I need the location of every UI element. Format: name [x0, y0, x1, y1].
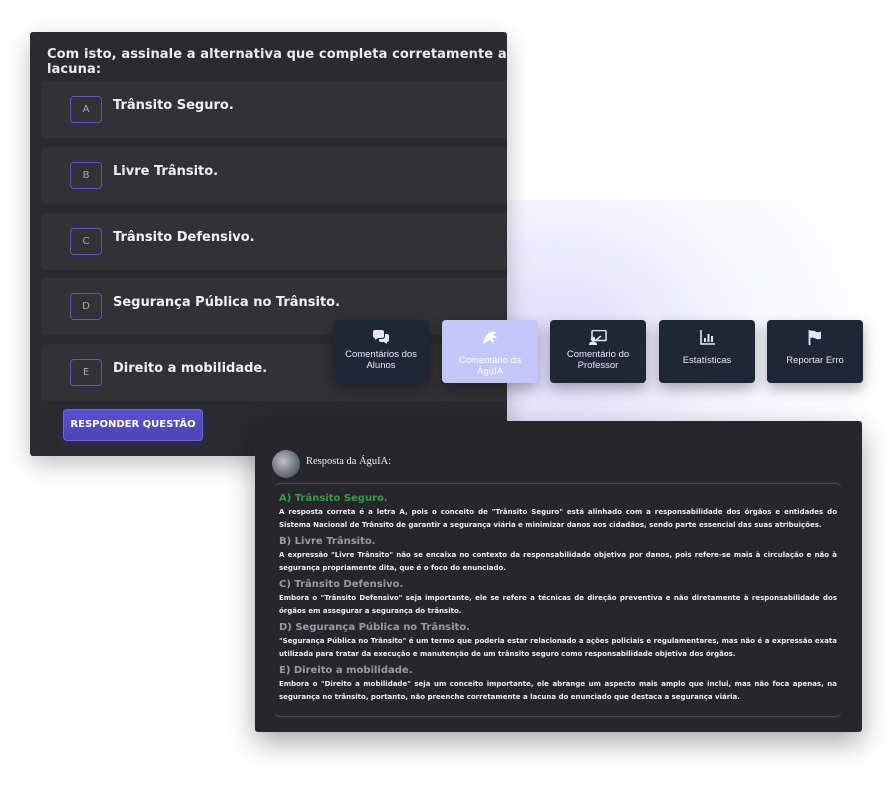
option-text: Trânsito Seguro.: [113, 98, 234, 113]
option-d[interactable]: D Segurança Pública no Trânsito.: [41, 278, 507, 335]
comments-icon: [333, 330, 429, 346]
tab-label: Comentário do Professor: [566, 349, 630, 371]
response-title: Resposta da ÁguIA:: [306, 456, 392, 467]
tab-label: Estatísticas: [682, 355, 732, 366]
tab-label: Reportar Erro: [786, 355, 844, 366]
flag-icon: [767, 330, 863, 346]
alternative-title-correct: A) Trânsito Seguro.: [279, 493, 388, 504]
avatar: [272, 450, 300, 478]
alternative-title: E) Direito a mobilidade.: [279, 665, 413, 676]
chart-icon: [659, 330, 755, 346]
response-content: A) Trânsito Seguro. A resposta correta é…: [279, 492, 837, 707]
alternative-explanation: A expressão "Livre Trânsito" não se enca…: [279, 551, 837, 572]
option-letter: A: [70, 96, 102, 123]
option-letter: C: [70, 228, 102, 255]
tab-teacher-comment[interactable]: Comentário do Professor: [550, 320, 646, 383]
tab-student-comments[interactable]: Comentários dos Alunos: [333, 320, 429, 383]
option-letter: D: [70, 293, 102, 320]
tab-label: Comentários dos Alunos: [345, 349, 417, 371]
option-text: Livre Trânsito.: [113, 164, 219, 179]
option-b[interactable]: B Livre Trânsito.: [41, 147, 507, 204]
alternative-title: C) Trânsito Defensivo.: [279, 579, 404, 590]
tab-aguia-comment[interactable]: Comentário da ÁguIA: [442, 320, 538, 383]
option-e[interactable]: E Direito a mobilidade.: [41, 344, 507, 401]
aguia-response-panel: Resposta da ÁguIA: A) Trânsito Seguro. A…: [255, 421, 862, 732]
option-text: Direito a mobilidade.: [113, 361, 268, 376]
alternative-explanation: "Segurança Pública no Trânsito" é um ter…: [279, 637, 837, 658]
option-letter: B: [70, 162, 102, 189]
question-prompt: Com isto, assinale a alternativa que com…: [47, 47, 507, 77]
option-a[interactable]: A Trânsito Seguro.: [41, 81, 507, 138]
answer-question-button[interactable]: RESPONDER QUESTÃO: [63, 409, 203, 441]
alternative-title: B) Livre Trânsito.: [279, 536, 376, 547]
option-text: Segurança Pública no Trânsito.: [113, 295, 341, 310]
option-text: Trânsito Defensivo.: [113, 230, 255, 245]
alternative-title: D) Segurança Pública no Trânsito.: [279, 622, 471, 633]
option-c[interactable]: C Trânsito Defensivo.: [41, 213, 507, 270]
response-box: A) Trânsito Seguro. A resposta correta é…: [274, 483, 842, 717]
option-letter: E: [70, 359, 102, 386]
eagle-icon: [442, 330, 538, 346]
alternative-explanation: Embora o "Trânsito Defensivo" seja impor…: [279, 594, 837, 615]
question-panel: Com isto, assinale a alternativa que com…: [30, 32, 507, 456]
alternative-explanation: A resposta correta é a letra A, pois o c…: [279, 508, 837, 529]
tab-label: Comentário da ÁguIA: [458, 355, 522, 377]
tab-report-error[interactable]: Reportar Erro: [767, 320, 863, 383]
alternative-explanation: Embora o "Direito a mobilidade" seja um …: [279, 680, 837, 701]
tab-statistics[interactable]: Estatísticas: [659, 320, 755, 383]
teacher-icon: [550, 330, 646, 346]
